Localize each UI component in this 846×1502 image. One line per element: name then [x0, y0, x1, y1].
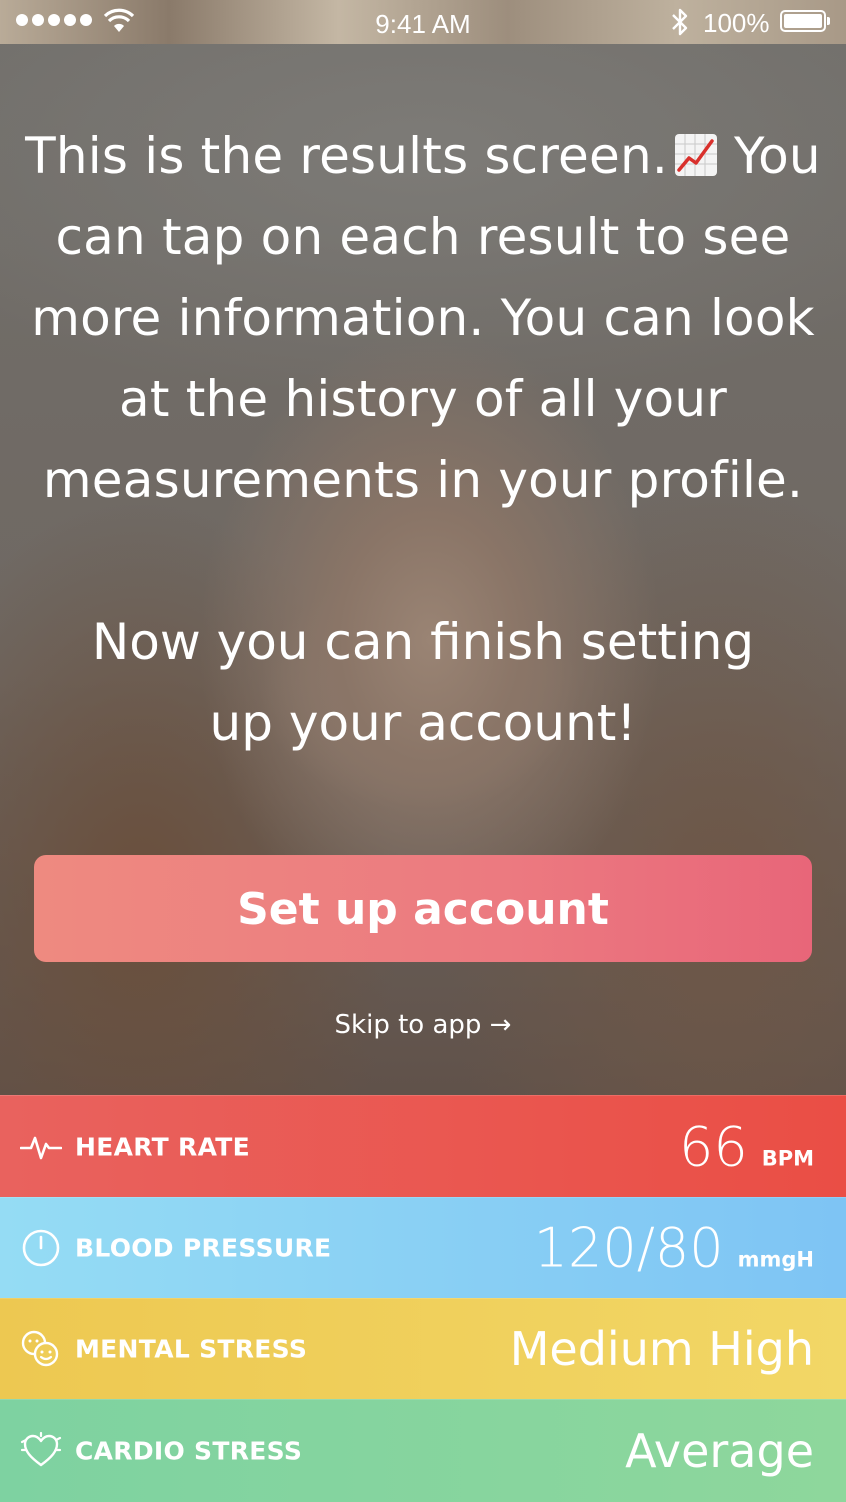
blood-pressure-unit: mmgH — [737, 1247, 814, 1272]
heartbeat-icon — [20, 1136, 62, 1159]
heart-rate-unit: BPM — [761, 1146, 814, 1170]
heart-stress-icon — [20, 1431, 62, 1467]
intro-text-line: This is the results screen. — [25, 127, 668, 185]
skip-to-app-link[interactable]: Skip to app → — [0, 1010, 846, 1040]
finish-line-2: up your account! — [209, 694, 637, 752]
chart-increasing-icon — [674, 134, 717, 176]
result-value: 120/80 mmgH — [534, 1217, 814, 1280]
results-list: HEART RATE 66 BPM BLOOD PRESSURE 120/80 … — [0, 1095, 846, 1502]
result-cardio-stress[interactable]: CARDIO STRESS Average — [0, 1399, 846, 1502]
mental-stress-value: Medium High — [509, 1322, 814, 1376]
status-bar: 9:41 AM 100% — [0, 0, 846, 44]
battery-percentage: 100% — [703, 8, 770, 38]
blood-pressure-value: 120/80 — [533, 1216, 724, 1280]
result-value: Medium High — [510, 1322, 814, 1376]
result-label: MENTAL STRESS — [75, 1334, 308, 1364]
battery-icon — [780, 10, 830, 32]
result-blood-pressure[interactable]: BLOOD PRESSURE 120/80 mmgH — [0, 1197, 846, 1298]
setup-account-button[interactable]: Set up account — [34, 855, 812, 962]
result-heart-rate[interactable]: HEART RATE 66 BPM — [0, 1095, 846, 1197]
finish-line-1: Now you can finish setting — [91, 613, 755, 671]
heart-rate-value: 66 — [678, 1115, 748, 1178]
cardio-stress-value: Average — [625, 1424, 814, 1478]
faces-icon — [21, 1330, 59, 1367]
gauge-icon — [22, 1229, 60, 1267]
finish-setup-message: Now you can finish setting up your accou… — [60, 602, 786, 764]
intro-text: This is the results screen. You can tap … — [20, 116, 826, 521]
result-label: BLOOD PRESSURE — [75, 1233, 332, 1263]
result-value: Average — [625, 1424, 814, 1478]
bluetooth-icon — [672, 8, 688, 36]
result-label: HEART RATE — [75, 1132, 251, 1161]
result-mental-stress[interactable]: MENTAL STRESS Medium High — [0, 1298, 846, 1399]
result-value: 66 BPM — [679, 1115, 814, 1178]
result-label: CARDIO STRESS — [75, 1436, 303, 1466]
